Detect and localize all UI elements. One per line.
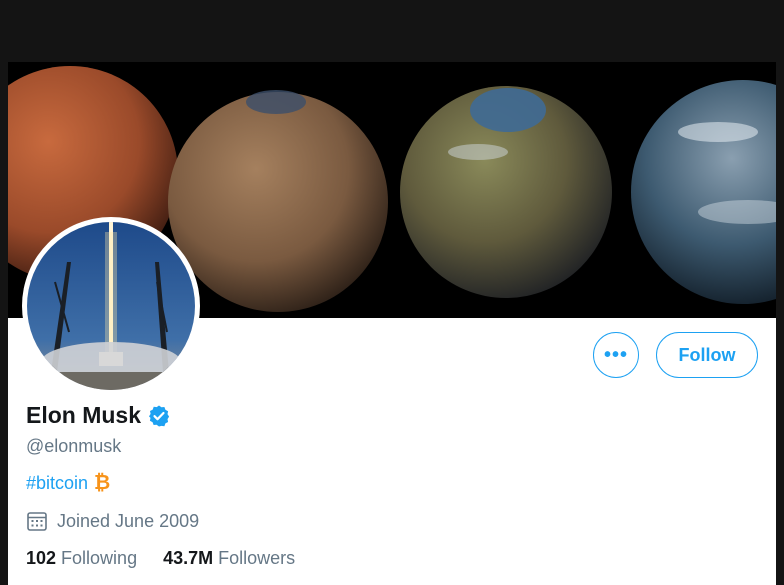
profile-stats: 102 Following 43.7M Followers bbox=[26, 548, 321, 569]
name-row: Elon Musk bbox=[26, 402, 171, 429]
handle: @elonmusk bbox=[26, 436, 122, 456]
followers-label: Followers bbox=[218, 548, 296, 568]
following-label: Following bbox=[61, 548, 138, 568]
display-name: Elon Musk bbox=[26, 402, 142, 428]
verified-badge-icon bbox=[147, 404, 171, 428]
planet-2-icon bbox=[168, 92, 388, 312]
more-options-button[interactable]: ••• bbox=[593, 332, 639, 378]
more-options-icon: ••• bbox=[603, 343, 628, 366]
following-stat-link[interactable]: 102 Following bbox=[26, 548, 137, 569]
top-bar bbox=[0, 0, 784, 62]
followers-stat-link[interactable]: 43.7M Followers bbox=[163, 548, 295, 569]
bio: #bitcoin ₿ bbox=[26, 472, 110, 495]
profile-card: ••• Follow Elon Musk @elonmusk #bitcoin … bbox=[8, 62, 776, 585]
avatar-image bbox=[27, 222, 195, 390]
bio-hashtag-link[interactable]: #bitcoin bbox=[26, 473, 88, 494]
avatar[interactable] bbox=[22, 217, 200, 395]
joined-date: Joined June 2009 bbox=[26, 510, 199, 532]
calendar-icon bbox=[26, 510, 48, 532]
joined-date-text: Joined June 2009 bbox=[57, 510, 200, 531]
following-count: 102 bbox=[26, 548, 57, 568]
followers-count: 43.7M bbox=[163, 548, 214, 568]
follow-button-label: Follow bbox=[678, 344, 736, 365]
bitcoin-icon: ₿ bbox=[94, 472, 111, 494]
follow-button[interactable]: Follow bbox=[656, 332, 758, 378]
